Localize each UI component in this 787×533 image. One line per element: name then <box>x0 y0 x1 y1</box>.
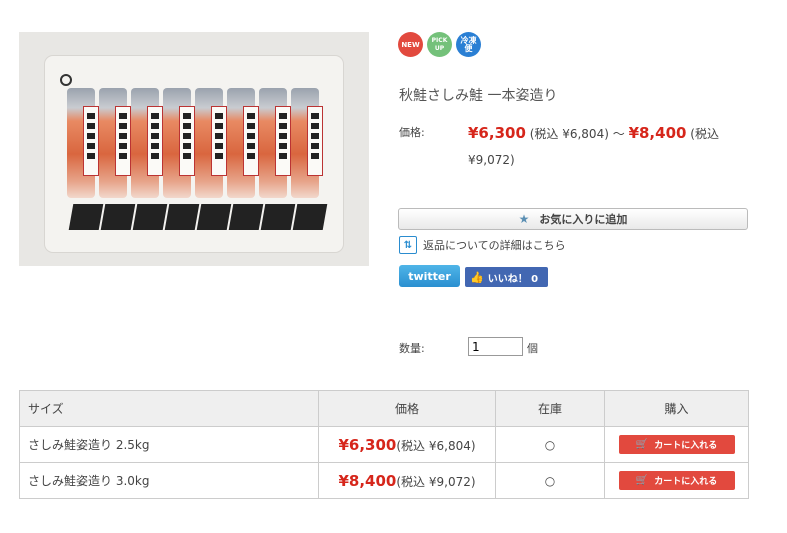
price-min-tax: (税込 ¥6,804) <box>529 127 609 141</box>
pickup-badge-top: PICK <box>431 36 448 44</box>
variant-tax: (税込 ¥9,072) <box>396 474 476 489</box>
pickup-badge-bottom: UP <box>434 44 445 52</box>
new-badge: NEW <box>398 32 423 57</box>
table-row: さしみ鮭姿造り 3.0kg ¥8,400(税込 ¥9,072) ○ 🛒 カートに… <box>19 462 749 499</box>
header-buy: 購入 <box>604 390 749 427</box>
package-band <box>196 204 232 230</box>
package-label <box>275 106 291 176</box>
variant-price: ¥8,400 <box>338 471 397 490</box>
package-label <box>243 106 259 176</box>
price-max-tax-prefix: (税込 <box>690 127 719 141</box>
price-min: ¥6,300 <box>468 124 526 142</box>
cart-icon: 🛒 <box>635 439 649 450</box>
variant-buy-cell: 🛒 カートに入れる <box>604 462 749 499</box>
salmon-package <box>45 56 343 252</box>
variant-price: ¥6,300 <box>338 435 397 454</box>
star-icon: ★ <box>518 212 530 226</box>
variant-buy-cell: 🛒 カートに入れる <box>604 426 749 463</box>
twitter-label: twitter <box>408 269 451 283</box>
product-badges: NEW PICK UP 冷凍 便 <box>398 32 481 57</box>
frozen-badge-bottom: 便 <box>464 43 473 53</box>
variants-table: サイズ 価格 在庫 購入 さしみ鮭姿造り 2.5kg ¥6,300(税込 ¥6,… <box>19 390 749 499</box>
package-label <box>211 106 227 176</box>
favorite-label: お気に入りに追加 <box>539 213 628 226</box>
table-row: さしみ鮭姿造り 2.5kg ¥6,300(税込 ¥6,804) ○ 🛒 カートに… <box>19 426 749 463</box>
return-policy-link[interactable]: ⇅ 返品についての詳細はこちら <box>399 236 566 254</box>
return-policy-label: 返品についての詳細はこちら <box>423 239 566 252</box>
variant-stock: ○ <box>495 462 605 499</box>
return-arrows-icon: ⇅ <box>399 236 417 254</box>
variant-tax: (税込 ¥6,804) <box>396 438 476 453</box>
package-band <box>68 204 104 230</box>
twitter-share-button[interactable]: twitter <box>399 265 460 287</box>
package-label <box>147 106 163 176</box>
pickup-badge: PICK UP <box>427 32 452 57</box>
variant-size: さしみ鮭姿造り 2.5kg <box>19 426 319 463</box>
product-image[interactable] <box>19 32 369 266</box>
variant-price-cell: ¥6,300(税込 ¥6,804) <box>318 426 496 463</box>
package-label <box>307 106 323 176</box>
package-band <box>292 204 328 230</box>
quantity-unit: 個 <box>527 342 538 355</box>
facebook-like-button[interactable]: 👍 いいね！ 0 <box>465 267 548 287</box>
quantity-input[interactable] <box>468 337 523 356</box>
price-max-tax-value: ¥9,072) <box>468 153 515 167</box>
header-size: サイズ <box>19 390 319 427</box>
seal-icon <box>60 74 72 86</box>
frozen-badge: 冷凍 便 <box>456 32 481 57</box>
cart-icon: 🛒 <box>635 475 649 486</box>
quantity-label: 数量: <box>399 342 425 355</box>
add-to-cart-button[interactable]: 🛒 カートに入れる <box>618 471 735 490</box>
package-label <box>83 106 99 176</box>
package-label <box>115 106 131 176</box>
add-to-cart-label: カートに入れる <box>654 477 718 487</box>
package-band <box>164 204 200 230</box>
header-price: 価格 <box>318 390 496 427</box>
table-header-row: サイズ 価格 在庫 購入 <box>19 390 749 427</box>
package-band <box>132 204 168 230</box>
facebook-label: いいね！ 0 <box>487 273 539 285</box>
variant-stock: ○ <box>495 426 605 463</box>
variant-price-cell: ¥8,400(税込 ¥9,072) <box>318 462 496 499</box>
variant-size: さしみ鮭姿造り 3.0kg <box>19 462 319 499</box>
price-range: ¥6,300 (税込 ¥6,804) ～ ¥8,400 (税込 ¥9,072) <box>468 120 758 173</box>
product-title: 秋鮭さしみ鮭 一本姿造り <box>399 88 558 104</box>
header-stock: 在庫 <box>495 390 605 427</box>
price-label: 価格: <box>399 126 425 139</box>
new-badge-label: NEW <box>401 40 420 49</box>
add-to-cart-label: カートに入れる <box>654 441 718 451</box>
package-band <box>228 204 264 230</box>
price-separator: ～ <box>612 127 625 141</box>
add-to-favorites-button[interactable]: ★ お気に入りに追加 <box>398 208 748 230</box>
price-max: ¥8,400 <box>628 124 687 142</box>
package-band <box>100 204 136 230</box>
add-to-cart-button[interactable]: 🛒 カートに入れる <box>618 435 735 454</box>
thumbs-up-icon: 👍 <box>470 270 484 284</box>
package-label <box>179 106 195 176</box>
package-band <box>260 204 296 230</box>
